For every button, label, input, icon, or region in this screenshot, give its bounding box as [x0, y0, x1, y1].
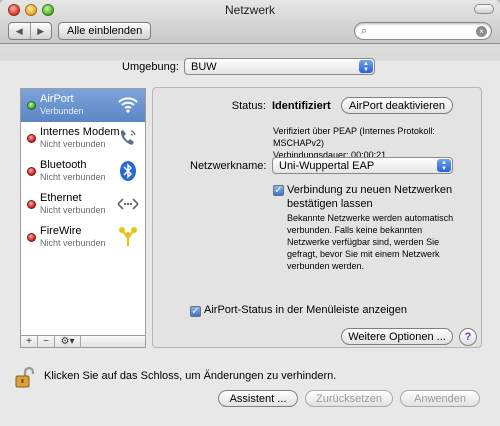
service-item-bluetooth[interactable]: Bluetooth Nicht verbunden [21, 155, 145, 188]
location-value: BUW [191, 60, 217, 73]
action-menu-button[interactable]: ⚙▾ [55, 336, 81, 347]
advanced-options-button[interactable]: Weitere Optionen ... [341, 328, 453, 345]
status-dot-icon [27, 101, 36, 110]
service-item-firewire[interactable]: FireWire Nicht verbunden [21, 221, 145, 254]
service-item-internal-modem[interactable]: Internes Modem Nicht verbunden [21, 122, 145, 155]
title-bar: Netzwerk ◀ ▶ Alle einblenden ⌕ × [0, 0, 500, 44]
wifi-icon [117, 94, 139, 116]
status-dot-icon [27, 167, 36, 176]
status-dot-icon [27, 134, 36, 143]
popup-arrows-icon: ▲ ▼ [437, 159, 451, 172]
ethernet-icon [117, 193, 139, 215]
network-preferences-window: Netzwerk ◀ ▶ Alle einblenden ⌕ × Umgebun… [0, 0, 500, 426]
assistant-button[interactable]: Assistent ... [218, 390, 298, 407]
service-status: Nicht verbunden [40, 172, 106, 182]
location-label: Umgebung: [122, 61, 179, 73]
bluetooth-icon [117, 160, 139, 182]
forward-button[interactable]: ▶ [29, 23, 52, 39]
service-item-ethernet[interactable]: Ethernet Nicht verbunden [21, 188, 145, 221]
lock-hint: Klicken Sie auf das Schloss, um Änderung… [44, 370, 337, 382]
status-dot-icon [27, 233, 36, 242]
status-label: Status: [231, 100, 266, 112]
show-all-button[interactable]: Alle einblenden [58, 22, 152, 40]
apply-button[interactable]: Anwenden [400, 390, 480, 407]
service-name: Internes Modem [40, 126, 120, 138]
ask-join-label[interactable]: Verbindung zu neuen Netzwerken bestätige… [287, 183, 467, 211]
network-name-value: Uni-Wuppertal EAP [279, 159, 375, 172]
service-name: AirPort [40, 93, 74, 105]
airport-off-button[interactable]: AirPort deaktivieren [341, 97, 453, 114]
service-status: Nicht verbunden [40, 139, 106, 149]
revert-button[interactable]: Zurücksetzen [305, 390, 393, 407]
network-name-label: Netzwerkname: [190, 160, 267, 172]
service-status: Nicht verbunden [40, 205, 106, 215]
search-field[interactable]: ⌕ × [354, 22, 492, 40]
status-dot-icon [27, 200, 36, 209]
ask-join-checkbox[interactable]: ✓ [273, 185, 284, 196]
location-popup[interactable]: BUW ▲ ▼ [184, 58, 375, 75]
network-name-popup[interactable]: Uni-Wuppertal EAP ▲ ▼ [272, 157, 453, 174]
lock-icon[interactable] [14, 366, 36, 388]
help-button[interactable]: ? [459, 328, 477, 346]
popup-arrows-icon: ▲ ▼ [359, 60, 373, 73]
phone-icon [117, 127, 139, 149]
menubar-status-label[interactable]: AirPort-Status in der Menüleiste anzeige… [204, 304, 407, 316]
connection-info: Verifiziert über PEAP (Internes Protokol… [273, 125, 473, 161]
service-item-airport[interactable]: AirPort Verbunden [21, 89, 145, 122]
service-list: AirPort Verbunden Internes Modem Nicht v… [20, 88, 146, 346]
remove-service-button[interactable]: − [38, 336, 55, 347]
add-service-button[interactable]: + [21, 336, 38, 347]
clear-search-icon[interactable]: × [476, 26, 487, 37]
verification-text: Verifiziert über PEAP (Internes Protokol… [273, 126, 435, 148]
search-icon: ⌕ [361, 25, 368, 37]
ask-join-description: Bekannte Netzwerke werden automatisch ve… [287, 213, 454, 271]
window-title: Netzwerk [224, 3, 275, 17]
service-status: Nicht verbunden [40, 238, 106, 248]
firewire-icon [117, 226, 139, 248]
back-button[interactable]: ◀ [9, 23, 30, 39]
toolbar-toggle-button[interactable] [474, 4, 494, 14]
back-forward-buttons: ◀ ▶ [8, 22, 52, 40]
service-name: FireWire [40, 225, 82, 237]
service-list-toolbar: + − ⚙▾ [20, 335, 146, 348]
service-status: Verbunden [40, 106, 84, 116]
service-name: Ethernet [40, 192, 82, 204]
status-value: Identifiziert [272, 100, 331, 112]
service-name: Bluetooth [40, 159, 87, 171]
menubar-status-checkbox[interactable]: ✓ [190, 306, 201, 317]
